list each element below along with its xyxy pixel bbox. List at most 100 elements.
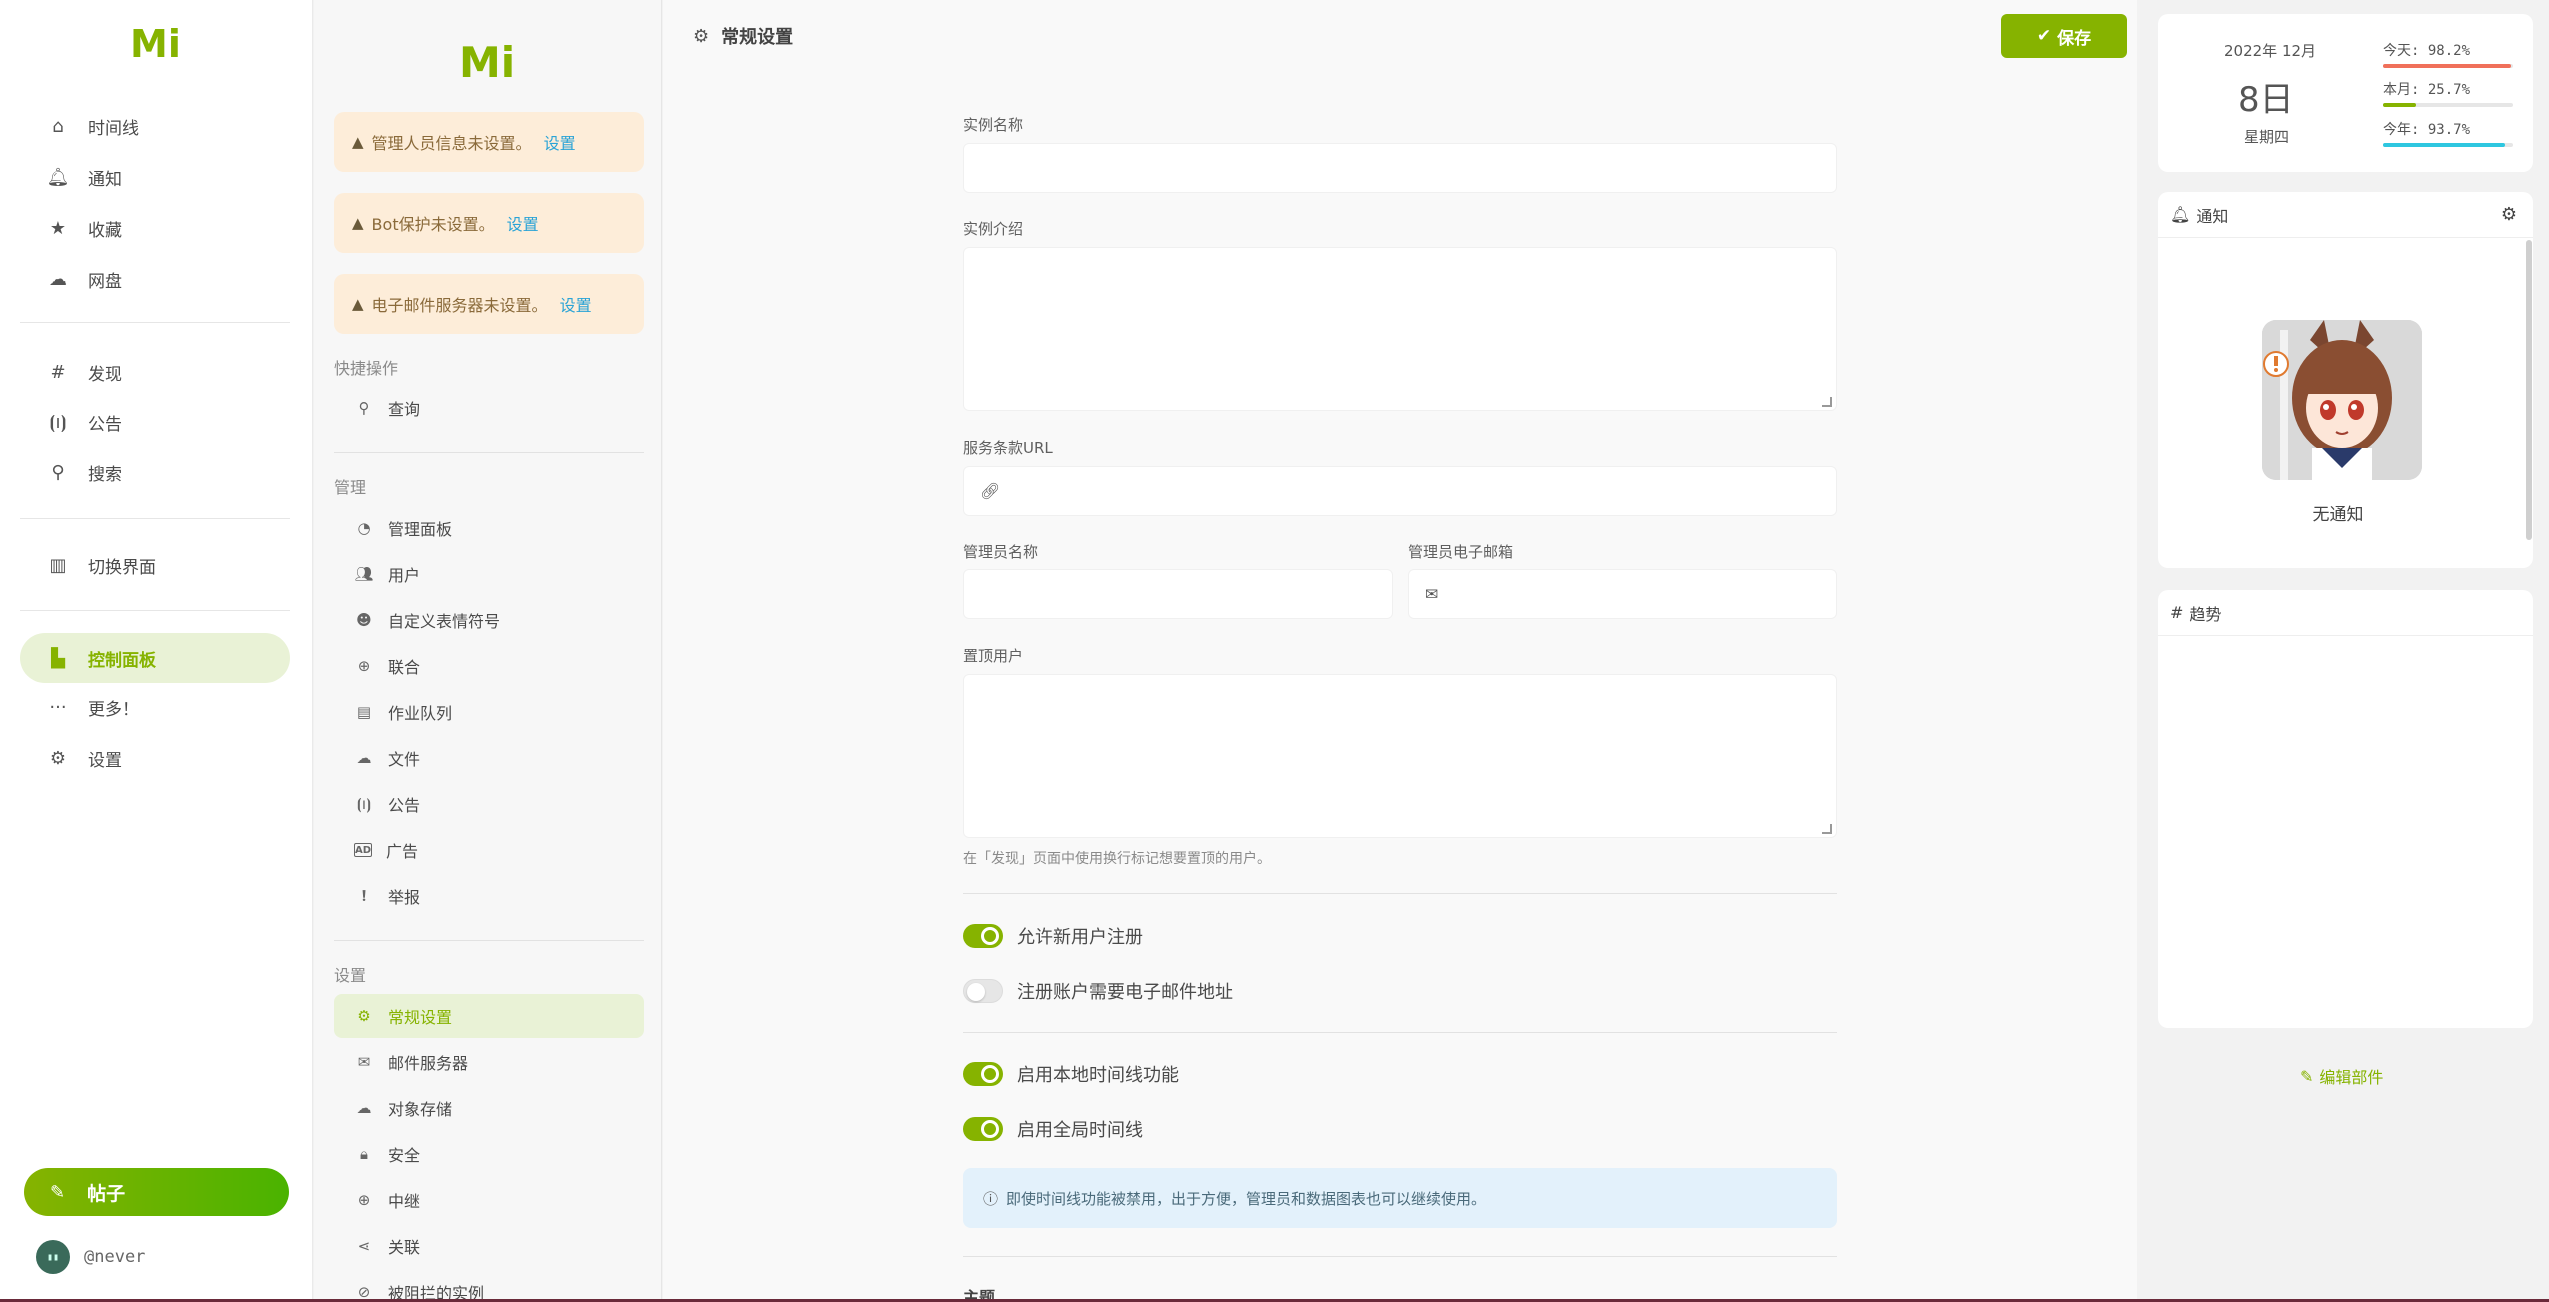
warning-admin-info: ▲ 管理人员信息未设置。 设置	[334, 112, 644, 172]
nav-more[interactable]: ··· 更多！	[20, 682, 290, 732]
edit-widgets-button[interactable]: ✎ 编辑部件	[2300, 1064, 2383, 1088]
pencil-icon: ✎	[50, 1181, 66, 1203]
page-header: ⚙ 常规设置	[663, 0, 2137, 72]
scrollbar[interactable]	[2526, 240, 2532, 540]
settings-item-ads[interactable]: AD 广告	[334, 828, 644, 872]
share-icon: ⋖	[357, 1237, 371, 1255]
settings-item-email-server[interactable]: ✉ 邮件服务器	[334, 1040, 644, 1084]
pinned-users-hint: 在「发现」页面中使用换行标记想要置顶的用户。	[963, 851, 1271, 867]
nav-settings[interactable]: ⚙ 设置	[20, 733, 290, 783]
broadcast-icon: ⦗ı⦘	[49, 411, 67, 433]
section-divider	[963, 893, 1837, 894]
emoji-icon: ☻	[356, 611, 372, 629]
settings-item-object-storage[interactable]: ☁ 对象存储	[334, 1086, 644, 1130]
globe-icon: ⊕	[357, 657, 371, 675]
calendar-weekday: 星期四	[2244, 128, 2290, 146]
toggle-switch[interactable]	[963, 1117, 1003, 1141]
calendar-widget: 2022年 12月 8日 星期四 今天: 98.2% 本月: 25.7% 今年:…	[2158, 14, 2533, 172]
warning-icon: ▲	[352, 214, 364, 232]
settings-item-security[interactable]: 🔒︎ 安全	[334, 1132, 644, 1176]
settings-item-blocked-instances[interactable]: ⊘ 被阻拦的实例	[334, 1270, 644, 1302]
post-button[interactable]: ✎ 帖子	[24, 1168, 289, 1216]
nav-control-panel[interactable]: ▙ 控制面板	[20, 633, 290, 683]
page-title: 常规设置	[721, 27, 794, 48]
nav-notifications[interactable]: 🔔︎ 通知	[20, 152, 290, 202]
settings-item-integrations[interactable]: ⋖ 关联	[334, 1224, 644, 1268]
calendar-year-month: 2022年 12月	[2224, 42, 2317, 60]
nav-divider	[20, 322, 290, 323]
warning-setup-link[interactable]: 设置	[560, 292, 592, 316]
nav-drive[interactable]: ☁ 网盘	[20, 254, 290, 304]
stat-year-fill	[2383, 143, 2505, 147]
save-button[interactable]: ✔ 保存	[2001, 14, 2127, 58]
section-divider	[963, 1032, 1837, 1033]
settings-navigation: Mi ▲ 管理人员信息未设置。 设置 ▲ Bot保护未设置。 设置 ▲ 电子邮件…	[314, 0, 662, 1302]
app-logo[interactable]: Mi	[130, 22, 181, 66]
search-icon: ⚲	[51, 461, 65, 483]
tos-url-input[interactable]: 🔗︎	[963, 466, 1837, 516]
cloud-icon: ☁	[356, 1099, 372, 1117]
nav-explore[interactable]: # 发现	[20, 347, 290, 397]
pinned-users-textarea[interactable]	[963, 674, 1837, 838]
calendar-day: 8日	[2238, 80, 2294, 120]
nav-switch-ui[interactable]: ▥ 切换界面	[20, 540, 290, 590]
instance-name-input[interactable]	[963, 143, 1837, 193]
nav-search[interactable]: ⚲ 搜索	[20, 447, 290, 497]
settings-item-queue[interactable]: ▤ 作业队列	[334, 690, 644, 734]
section-divider	[334, 940, 644, 941]
account-menu[interactable]: ▮▮ @never	[36, 1240, 145, 1274]
settings-item-announcements[interactable]: ⦗ı⦘ 公告	[334, 782, 644, 826]
warning-setup-link[interactable]: 设置	[544, 130, 576, 154]
lock-icon: 🔒︎	[360, 1145, 368, 1163]
toggle-global-timeline[interactable]: 启用全局时间线	[963, 1116, 1143, 1142]
settings-item-lookup[interactable]: ⚲ 查询	[334, 386, 644, 430]
settings-item-emojis[interactable]: ☻ 自定义表情符号	[334, 598, 644, 642]
settings-item-dashboard[interactable]: ◔ 管理面板	[334, 506, 644, 550]
instance-description-textarea[interactable]	[963, 247, 1837, 411]
settings-item-federation[interactable]: ⊕ 联合	[334, 644, 644, 688]
settings-item-general[interactable]: ⚙ 常规设置	[334, 994, 644, 1038]
no-notifications-text: 无通知	[2312, 505, 2364, 525]
settings-item-files[interactable]: ☁ 文件	[334, 736, 644, 780]
settings-item-reports[interactable]: ❗︎ 举报	[334, 874, 644, 918]
stat-today-fill	[2383, 64, 2511, 68]
gear-icon[interactable]: ⚙	[2501, 204, 2517, 225]
pinned-users-label: 置顶用户	[963, 647, 1024, 665]
cloud-icon: ☁	[49, 268, 67, 290]
instance-name-label: 实例名称	[963, 116, 1024, 134]
tos-url-label: 服务条款URL	[963, 439, 1053, 457]
section-label-settings: 设置	[334, 966, 367, 985]
toggle-switch[interactable]	[963, 979, 1003, 1003]
admin-email-input[interactable]: ✉	[1408, 569, 1837, 619]
warning-bot-protection: ▲ Bot保护未设置。 设置	[334, 193, 644, 253]
admin-name-input[interactable]	[963, 569, 1393, 619]
stat-year-bar	[2383, 143, 2513, 147]
admin-email-label: 管理员电子邮箱	[1408, 543, 1514, 561]
gear-icon: ⚙	[693, 25, 710, 47]
envelope-icon: ✉	[357, 1053, 371, 1071]
settings-item-relays[interactable]: ⊕ 中继	[334, 1178, 644, 1222]
admin-name-label: 管理员名称	[963, 543, 1039, 561]
toggle-switch[interactable]	[963, 924, 1003, 948]
toggle-require-email[interactable]: 注册账户需要电子邮件地址	[963, 978, 1233, 1004]
toggle-switch[interactable]	[963, 1062, 1003, 1086]
info-icon: ⓘ	[983, 1189, 999, 1208]
section-divider	[963, 1256, 1837, 1257]
left-navigation: Mi ⌂ 时间线 🔔︎ 通知 ★ 收藏 ☁ 网盘 # 发现 ⦗ı⦘ 公告 ⚲ 搜…	[0, 0, 313, 1302]
toggle-local-timeline[interactable]: 启用本地时间线功能	[963, 1061, 1179, 1087]
warning-setup-link[interactable]: 设置	[507, 211, 539, 235]
nav-timeline[interactable]: ⌂ 时间线	[20, 101, 290, 151]
nav-announcements[interactable]: ⦗ı⦘ 公告	[20, 397, 290, 447]
resize-handle[interactable]	[1822, 824, 1832, 834]
stat-month-fill	[2383, 103, 2417, 107]
warning-icon: ▲	[352, 295, 364, 313]
nav-favorites[interactable]: ★ 收藏	[20, 203, 290, 253]
toggle-allow-registration[interactable]: 允许新用户注册	[963, 923, 1143, 949]
main-content: ⚙ 常规设置 ✔ 保存 实例名称 实例介绍 服务条款URL 🔗︎ 管理员名称 管…	[663, 0, 2137, 1302]
settings-item-users[interactable]: 👥︎ 用户	[334, 552, 644, 596]
layout-icon: ▥	[49, 554, 67, 576]
resize-handle[interactable]	[1822, 397, 1832, 407]
section-label-quick: 快捷操作	[334, 359, 399, 378]
section-divider	[334, 452, 644, 453]
nav-divider	[20, 610, 290, 611]
